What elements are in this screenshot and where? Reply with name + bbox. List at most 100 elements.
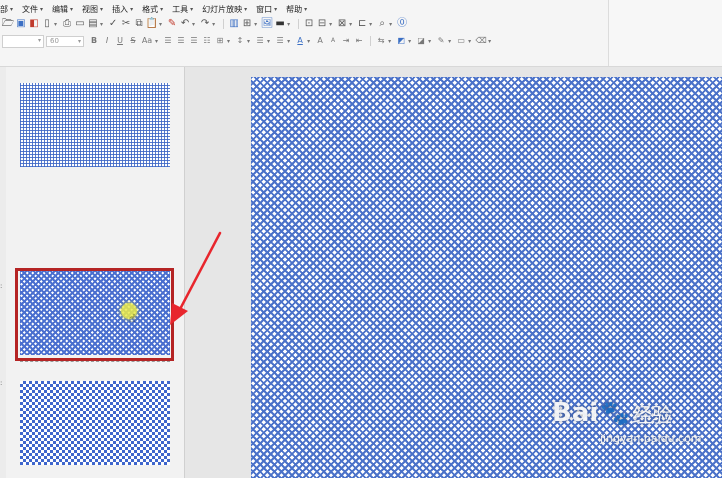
menu-item-view[interactable]: 视图 ▾: [82, 4, 103, 15]
chevron-down-icon[interactable]: ▾: [388, 38, 391, 45]
chevron-down-icon[interactable]: ▾: [369, 21, 372, 28]
change-case-button[interactable]: Aa: [140, 35, 154, 47]
chevron-down-icon: ▾: [274, 5, 278, 13]
underline-button[interactable]: U: [114, 35, 126, 47]
menu-item-format[interactable]: 格式 ▾: [142, 4, 163, 15]
bullets-icon[interactable]: ☰: [254, 35, 266, 47]
shrink-font-button[interactable]: A: [327, 35, 339, 47]
eraser-icon[interactable]: ⌫: [475, 35, 487, 47]
chevron-down-icon: ▾: [304, 5, 308, 13]
chevron-down-icon[interactable]: ▾: [349, 21, 352, 28]
chevron-down-icon[interactable]: ▾: [192, 21, 195, 28]
italic-button[interactable]: I: [101, 35, 113, 47]
slide-thumbnail-1[interactable]: [20, 83, 170, 167]
chevron-down-icon: ▾: [77, 37, 81, 45]
line-color-icon[interactable]: ◪: [415, 35, 427, 47]
toolbar-divider: [298, 19, 300, 29]
align-left-icon[interactable]: ☰: [162, 35, 174, 47]
chevron-down-icon[interactable]: ▾: [212, 21, 215, 28]
menu-item-edit[interactable]: 编辑 ▾: [52, 4, 73, 15]
chevron-down-icon[interactable]: ▾: [448, 38, 451, 45]
text-direction-icon[interactable]: ⇆: [375, 35, 387, 47]
menu-item-all[interactable]: 部 ▾: [0, 4, 13, 15]
vertical-align-icon[interactable]: ⊞: [214, 35, 226, 47]
font-color-button[interactable]: A: [294, 35, 306, 47]
format-painter-icon[interactable]: ✎: [166, 18, 178, 30]
chevron-down-icon: ▾: [37, 36, 41, 44]
chevron-down-icon[interactable]: ▾: [159, 21, 162, 28]
new-document-icon[interactable]: ▯: [41, 18, 53, 30]
zoom-icon[interactable]: ⌕: [376, 18, 388, 30]
redo-icon[interactable]: ↷: [199, 18, 211, 30]
numbering-icon[interactable]: ☰: [274, 35, 286, 47]
text-box-icon[interactable]: ⊡: [303, 18, 315, 30]
navigator-icon[interactable]: ⊠: [336, 18, 348, 30]
undo-icon[interactable]: ↶: [179, 18, 191, 30]
export-pdf-icon[interactable]: ◧: [28, 18, 40, 30]
paste-icon[interactable]: 📋: [146, 18, 158, 30]
chevron-down-icon[interactable]: ▾: [247, 38, 250, 45]
slide-thumbnails-panel[interactable]: ☝: [6, 67, 185, 478]
shape-icon[interactable]: ▬: [274, 18, 286, 30]
print-preview-icon[interactable]: ▭: [74, 18, 86, 30]
chevron-down-icon[interactable]: ▾: [267, 38, 270, 45]
hyperlink-icon[interactable]: ⊏: [356, 18, 368, 30]
thumbnail-divider: [20, 361, 170, 362]
open-icon[interactable]: 🗁: [2, 18, 14, 30]
chevron-down-icon: ▾: [130, 5, 134, 13]
align-right-icon[interactable]: ☰: [188, 35, 200, 47]
help-icon[interactable]: ⓪: [396, 18, 408, 30]
menu-item-slideshow[interactable]: 幻灯片放映 ▾: [202, 4, 247, 15]
menu-item-window[interactable]: 窗口 ▾: [256, 4, 277, 15]
print-icon[interactable]: ⎙: [61, 18, 73, 30]
line-spacing-icon[interactable]: ↕: [234, 35, 246, 47]
chevron-down-icon[interactable]: ▾: [329, 21, 332, 28]
chevron-down-icon: ▾: [160, 5, 164, 13]
chart-icon[interactable]: ▥: [228, 18, 240, 30]
chevron-down-icon[interactable]: ▾: [408, 38, 411, 45]
font-name-combobox[interactable]: ▾: [2, 34, 44, 48]
cut-icon[interactable]: ✂: [120, 18, 132, 30]
formatting-toolbar: ▾ 60 ▾ B I U S Aa ▾ ☰ ☰ ☰ ☷ ⊞ ▾ ↕ ▾ ☰ ▾ ☰ ▾ A ▾…: [2, 34, 495, 48]
chevron-down-icon[interactable]: ▾: [54, 21, 57, 28]
chevron-down-icon[interactable]: ▾: [488, 38, 491, 45]
chevron-down-icon[interactable]: ▾: [100, 21, 103, 28]
indent-increase-icon[interactable]: ⇥: [340, 35, 352, 47]
line-style-icon[interactable]: ▭: [455, 35, 467, 47]
chevron-down-icon[interactable]: ▾: [287, 38, 290, 45]
toolbar-divider: [370, 36, 372, 46]
slide-thumbnail-3[interactable]: [20, 381, 170, 465]
save-icon[interactable]: ▣: [15, 18, 27, 30]
selected-slide-highlight: [15, 268, 174, 361]
indent-decrease-icon[interactable]: ⇤: [353, 35, 365, 47]
chevron-down-icon[interactable]: ▾: [254, 21, 257, 28]
font-size-combobox[interactable]: 60 ▾: [46, 35, 84, 47]
justify-icon[interactable]: ☷: [201, 35, 213, 47]
chevron-down-icon[interactable]: ▾: [307, 38, 310, 45]
chevron-down-icon[interactable]: ▾: [287, 21, 290, 28]
align-center-icon[interactable]: ☰: [175, 35, 187, 47]
slides-icon[interactable]: ▤: [87, 18, 99, 30]
chevron-down-icon[interactable]: ▾: [389, 21, 392, 28]
table-icon[interactable]: ⊞: [241, 18, 253, 30]
field-icon[interactable]: ⊟: [316, 18, 328, 30]
copy-icon[interactable]: ⧉: [133, 18, 145, 30]
chevron-down-icon[interactable]: ▾: [468, 38, 471, 45]
chevron-down-icon[interactable]: ▾: [428, 38, 431, 45]
chevron-down-icon[interactable]: ▾: [155, 38, 158, 45]
menu-item-tools[interactable]: 工具 ▾: [172, 4, 193, 15]
spellcheck-icon[interactable]: ✓: [107, 18, 119, 30]
grow-font-button[interactable]: A: [314, 35, 326, 47]
slide-marker: :: [0, 282, 3, 290]
chevron-down-icon: ▾: [190, 5, 194, 13]
highlight-icon[interactable]: ✎: [435, 35, 447, 47]
fill-color-icon[interactable]: ◩: [395, 35, 407, 47]
hand-cursor-icon: ☝: [129, 312, 136, 325]
chevron-down-icon[interactable]: ▾: [227, 38, 230, 45]
menu-item-insert[interactable]: 插入 ▾: [112, 4, 133, 15]
image-icon[interactable]: 🖼: [261, 18, 274, 30]
menu-item-help[interactable]: 帮助 ▾: [286, 4, 307, 15]
menu-item-file[interactable]: 文件 ▾: [22, 4, 43, 15]
strikethrough-button[interactable]: S: [127, 35, 139, 47]
bold-button[interactable]: B: [88, 35, 100, 47]
